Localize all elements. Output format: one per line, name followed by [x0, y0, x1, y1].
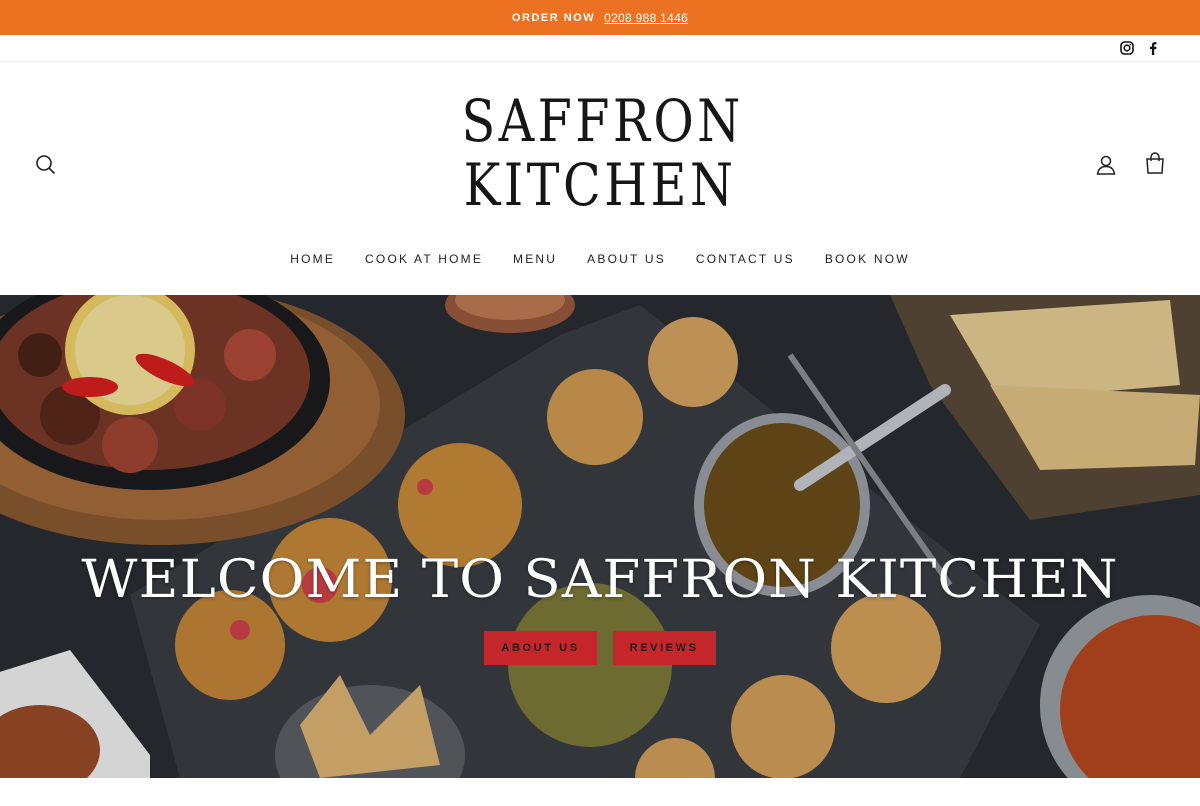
about-us-button[interactable]: ABOUT US	[484, 631, 597, 665]
nav-about-us[interactable]: ABOUT US	[587, 252, 666, 266]
hero-title: WELCOME TO SAFFRON KITCHEN	[81, 550, 1119, 610]
search-icon[interactable]	[35, 154, 57, 176]
logo-line-1: SAFFRON	[461, 87, 744, 155]
nav-menu[interactable]: MENU	[513, 252, 557, 266]
hero-buttons: ABOUT US REVIEWS	[0, 631, 1200, 665]
order-now-label: ORDER NOW	[511, 11, 596, 24]
social-links	[1120, 41, 1160, 55]
nav-contact-us[interactable]: CONTACT US	[696, 252, 795, 266]
hero-banner: WELCOME TO SAFFRON KITCHEN ABOUT US REVI…	[0, 295, 1200, 778]
food-photo	[0, 295, 1200, 778]
reviews-button[interactable]: REVIEWS	[612, 631, 716, 665]
utility-bar	[0, 35, 1200, 62]
nav-book-now[interactable]: BOOK NOW	[825, 252, 910, 266]
account-icon[interactable]	[1095, 154, 1117, 176]
announcement-bar: ORDER NOW 0208 988 1446	[0, 0, 1200, 35]
nav-cook-at-home[interactable]: COOK AT HOME	[365, 252, 483, 266]
site-logo[interactable]: SAFFRON KITCHEN	[437, 92, 763, 214]
phone-link[interactable]: 0208 988 1446	[604, 11, 688, 25]
instagram-icon[interactable]	[1120, 41, 1134, 55]
cart-icon[interactable]	[1144, 152, 1166, 174]
logo-line-2: KITCHEN	[463, 151, 737, 219]
facebook-icon[interactable]	[1146, 41, 1160, 55]
below-hero-space	[0, 778, 1200, 806]
nav-home[interactable]: HOME	[290, 252, 335, 266]
site-header: SAFFRON KITCHEN HOME COOK AT HOME MENU A…	[0, 62, 1200, 295]
main-nav: HOME COOK AT HOME MENU ABOUT US CONTACT …	[0, 252, 1200, 266]
